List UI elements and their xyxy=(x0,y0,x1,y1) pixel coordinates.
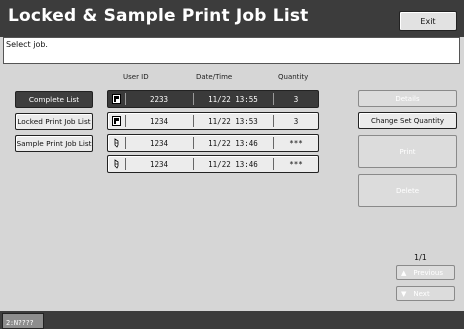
job-quantity: 3 xyxy=(293,116,299,126)
job-user-id: 2233 xyxy=(149,94,169,104)
sample-job-icon xyxy=(112,159,121,169)
job-user-id: 1234 xyxy=(149,159,169,169)
sample-job-icon xyxy=(112,138,121,148)
message-text: Select job. xyxy=(6,40,48,49)
job-quantity: 3 xyxy=(293,94,299,104)
job-user-id: 1234 xyxy=(149,116,169,126)
page-indicator: 1/1 xyxy=(414,253,427,262)
locked-print-job-list-button[interactable]: Locked Print Job List xyxy=(15,113,93,130)
column-header-user-id: User ID xyxy=(123,73,149,81)
print-button[interactable]: Print xyxy=(358,135,457,168)
details-button[interactable]: Details xyxy=(358,90,457,107)
next-label: Next xyxy=(413,289,430,298)
bottom-status-bar xyxy=(0,311,464,329)
job-row[interactable]: 1234 11/22 13:53 3 xyxy=(107,112,319,130)
job-row[interactable]: 1234 11/22 13:46 *** xyxy=(107,134,319,152)
job-user-id: 1234 xyxy=(149,138,169,148)
job-datetime: 11/22 13:46 xyxy=(208,138,258,148)
tray-label: 2:N???? xyxy=(6,319,34,327)
job-datetime: 11/22 13:46 xyxy=(208,159,258,169)
column-header-quantity: Quantity xyxy=(278,73,309,81)
next-button[interactable]: ▼ Next xyxy=(396,286,455,301)
column-header-datetime: Date/Time xyxy=(196,73,233,81)
job-quantity: *** xyxy=(289,138,303,148)
up-arrow-icon: ▲ xyxy=(401,268,407,277)
job-quantity: *** xyxy=(289,159,303,169)
down-arrow-icon: ▼ xyxy=(401,289,407,298)
job-list-screen: Locked & Sample Print Job List Exit Sele… xyxy=(0,0,464,329)
job-datetime: 11/22 13:53 xyxy=(208,116,258,126)
previous-label: Previous xyxy=(413,268,443,277)
exit-button[interactable]: Exit xyxy=(399,11,457,31)
complete-list-button[interactable]: Complete List xyxy=(15,91,93,108)
screen-title: Locked & Sample Print Job List xyxy=(8,6,309,26)
sample-print-job-list-button[interactable]: Sample Print Job List xyxy=(15,135,93,152)
change-set-quantity-button[interactable]: Change Set Quantity xyxy=(358,112,457,129)
job-row[interactable]: 1234 11/22 13:46 *** xyxy=(107,155,319,173)
message-area: Select job. xyxy=(3,37,460,64)
delete-button[interactable]: Delete xyxy=(358,174,457,207)
job-row[interactable]: 2233 11/22 13:55 3 xyxy=(107,90,319,108)
job-datetime: 11/22 13:55 xyxy=(208,94,258,104)
locked-job-icon xyxy=(112,94,121,104)
previous-button[interactable]: ▲ Previous xyxy=(396,265,455,280)
locked-job-icon xyxy=(112,116,121,126)
title-bar: Locked & Sample Print Job List Exit xyxy=(0,0,464,37)
